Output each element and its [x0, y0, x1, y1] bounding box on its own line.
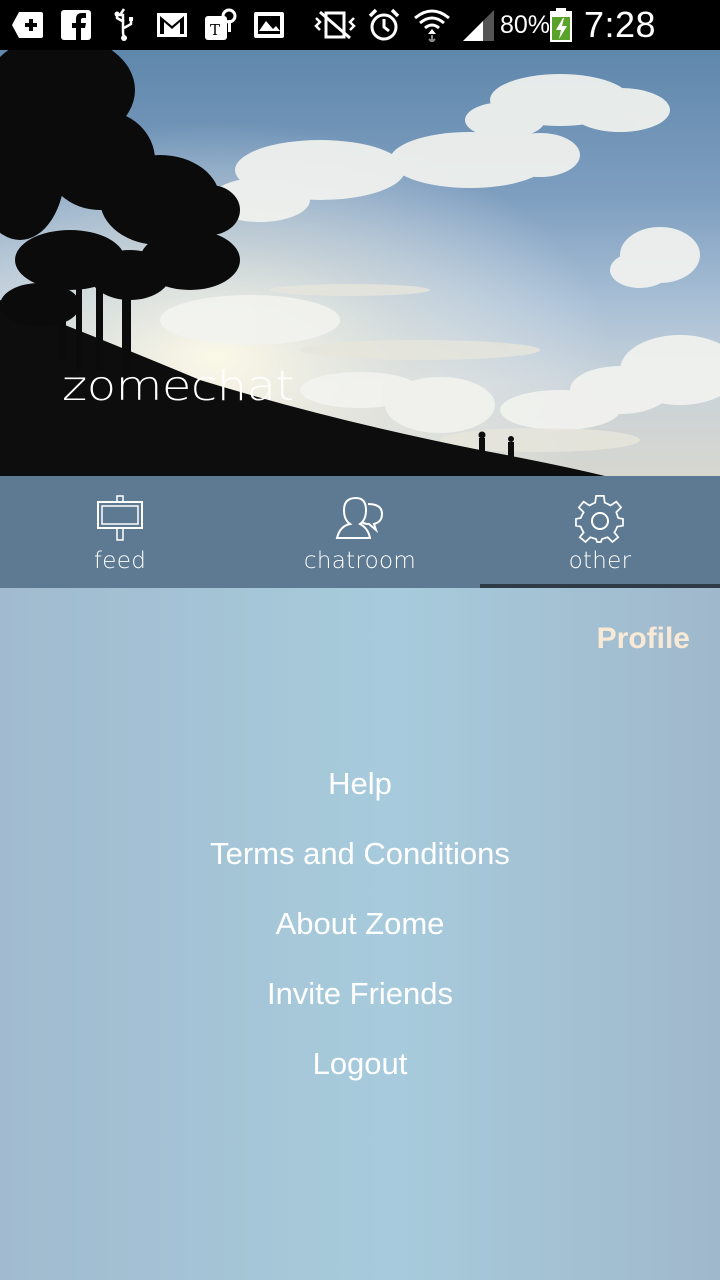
signal-icon — [460, 8, 496, 42]
tab-feed-label: feed — [93, 548, 147, 574]
header-image: zomechat — [0, 50, 720, 476]
photo-mail-icon — [252, 8, 286, 42]
tab-feed[interactable]: feed — [0, 476, 240, 588]
gmail-icon — [155, 8, 189, 42]
battery-percentage: 80% — [500, 11, 551, 39]
tab-other[interactable]: other — [480, 476, 720, 588]
menu-item-logout[interactable]: Logout — [0, 1040, 720, 1110]
svg-text:T: T — [210, 21, 220, 39]
usb-icon — [110, 8, 138, 42]
menu-item-invite-friends[interactable]: Invite Friends — [0, 970, 720, 1040]
clock: 7:28 PM — [584, 4, 657, 95]
profile-link[interactable]: Profile — [597, 622, 690, 656]
options-menu: Help Terms and Conditions About Zome Inv… — [0, 760, 720, 1110]
wifi-icon — [412, 8, 452, 42]
app-logo: zomechat — [62, 362, 294, 411]
signboard-icon — [96, 494, 144, 546]
tmobile-lock-icon: T — [202, 8, 238, 42]
status-bar: T 80% 7:28 PM — [0, 0, 720, 95]
tab-chatroom-label: chatroom — [303, 548, 417, 574]
tab-bar: feed chatroom other — [0, 476, 720, 588]
landscape-illustration — [0, 50, 720, 476]
menu-item-help[interactable]: Help — [0, 760, 720, 830]
tab-chatroom[interactable]: chatroom — [240, 476, 480, 588]
chat-person-icon — [334, 494, 386, 546]
other-panel: Profile Help Terms and Conditions About … — [0, 588, 720, 1280]
tab-other-label: other — [568, 548, 632, 574]
add-box-icon — [10, 8, 46, 42]
battery-charging-icon — [548, 8, 574, 42]
facebook-icon — [60, 8, 92, 42]
menu-item-about[interactable]: About Zome — [0, 900, 720, 970]
gear-icon — [575, 494, 625, 548]
vibrate-off-icon — [314, 8, 356, 42]
menu-item-terms[interactable]: Terms and Conditions — [0, 830, 720, 900]
alarm-icon — [366, 8, 402, 42]
